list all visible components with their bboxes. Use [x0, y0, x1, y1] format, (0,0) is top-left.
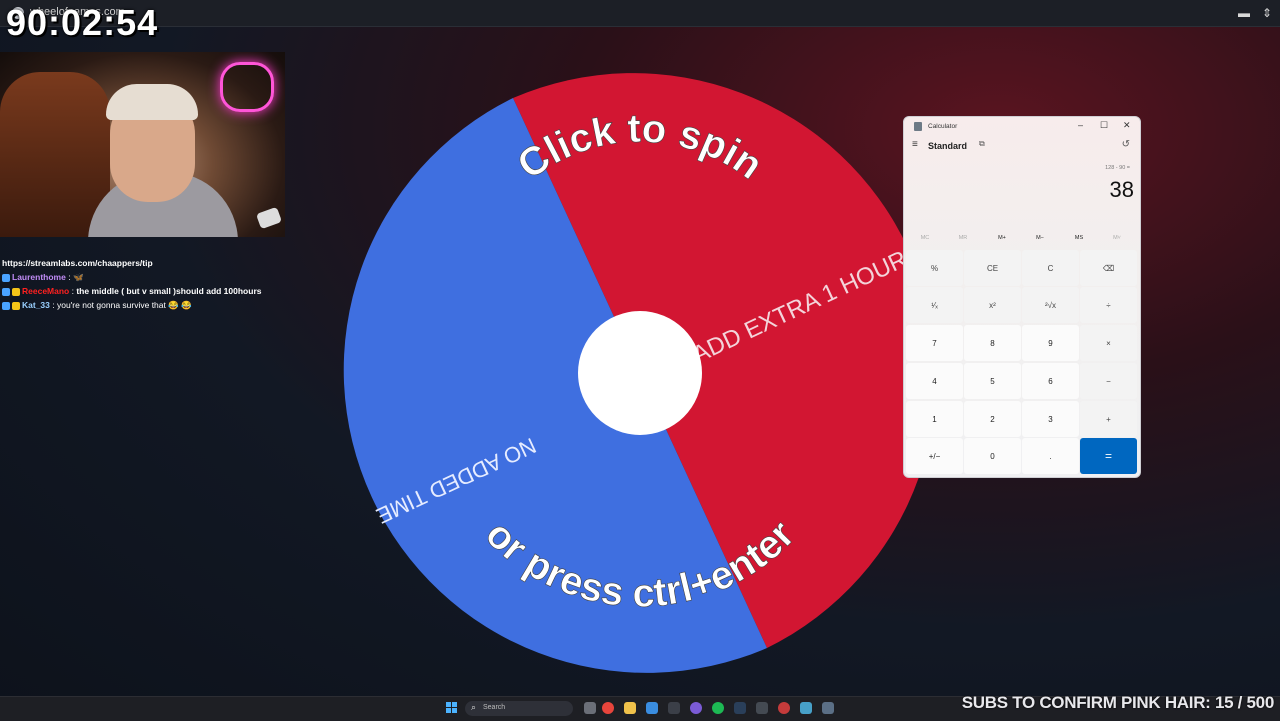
terminal-icon[interactable] [668, 702, 680, 714]
expand-icon[interactable]: ⇕ [1262, 6, 1272, 20]
divide-button[interactable]: ÷ [1080, 287, 1137, 323]
square-button[interactable]: x² [964, 287, 1021, 323]
webcam-feed [0, 52, 285, 237]
chat-message: ReeceMano : the middle ( but v small )sh… [2, 284, 282, 298]
steam-icon[interactable] [734, 702, 746, 714]
decimal-button[interactable]: . [1022, 438, 1079, 474]
chat-overlay: https://streamlabs.com/chaappers/tip Lau… [2, 256, 282, 312]
digit-8-button[interactable]: 8 [964, 325, 1021, 361]
digit-7-button[interactable]: 7 [906, 325, 963, 361]
chat-username: Kat_33 [22, 300, 50, 310]
badge-icon [2, 273, 10, 282]
calculator-window: Calculator – ☐ ✕ ≡ Standard ⧉ ↺ 128 - 90… [903, 116, 1141, 478]
task-view-icon[interactable] [584, 702, 596, 714]
memory-recall-button[interactable]: MR [948, 235, 978, 241]
negate-button[interactable]: +/− [906, 438, 963, 474]
tip-link: https://streamlabs.com/chaappers/tip [2, 258, 153, 268]
hamburger-menu-icon[interactable]: ≡ [912, 139, 918, 150]
neon-sign [220, 62, 274, 112]
obs-icon[interactable] [778, 702, 790, 714]
app-icon[interactable] [756, 702, 768, 714]
add-button[interactable]: + [1080, 401, 1137, 437]
digit-1-button[interactable]: 1 [906, 401, 963, 437]
badge-icon [12, 287, 20, 296]
taskbar-search[interactable]: ⌕ Search [465, 701, 573, 716]
app-icon[interactable] [800, 702, 812, 714]
folder-icon[interactable]: ▬ [1238, 6, 1250, 20]
search-icon: ⌕ [471, 702, 477, 712]
chat-text: 🦋 [72, 272, 84, 282]
badge-icon [2, 287, 10, 296]
microphone-icon [255, 206, 283, 230]
subtract-button[interactable]: − [1080, 363, 1137, 399]
clear-entry-button[interactable]: CE [964, 250, 1021, 286]
memory-add-button[interactable]: M+ [987, 235, 1017, 241]
file-explorer-icon[interactable] [624, 702, 636, 714]
badge-icon [2, 301, 10, 310]
minimize-icon[interactable]: – [1078, 120, 1083, 130]
browser-tab-bar: wheelofnames.com ▬ ⇕ [0, 0, 1280, 27]
chat-message: Kat_33 : you're not gonna survive that 😂… [2, 298, 282, 312]
chrome-icon[interactable] [602, 702, 614, 714]
chat-text: you're not gonna survive that 😂 😂 [56, 300, 192, 310]
discord-icon[interactable] [690, 702, 702, 714]
maximize-icon[interactable]: ☐ [1100, 120, 1108, 131]
backspace-button[interactable]: ⌫ [1080, 250, 1137, 286]
chat-username: ReeceMano [22, 286, 70, 296]
chat-text: the middle ( but v small )should add 100… [76, 286, 262, 296]
calculator-expression: 128 - 90 = [1105, 165, 1130, 171]
digit-6-button[interactable]: 6 [1022, 363, 1079, 399]
equals-button[interactable]: = [1080, 438, 1137, 474]
memory-list-button[interactable]: M˅ [1102, 235, 1132, 241]
spin-wheel[interactable]: ADD EXTRA 1 HOUR NO ADDED TIME Click to … [333, 66, 947, 680]
reciprocal-button[interactable]: ¹⁄ₓ [906, 287, 963, 323]
badge-icon [12, 301, 20, 310]
calculator-mode: Standard [928, 141, 968, 151]
search-placeholder: Search [483, 704, 506, 711]
subs-goal-overlay: SUBS TO CONFIRM PINK HAIR: 15 / 500 [961, 693, 1275, 712]
chat-username: Laurenthome [12, 272, 66, 282]
history-icon[interactable]: ↺ [1122, 139, 1130, 150]
digit-0-button[interactable]: 0 [964, 438, 1021, 474]
digit-3-button[interactable]: 3 [1022, 401, 1079, 437]
memory-store-button[interactable]: MS [1064, 235, 1094, 241]
calculator-taskbar-icon[interactable] [822, 702, 834, 714]
window-title: Calculator [928, 123, 958, 130]
memory-clear-button[interactable]: MC [910, 235, 940, 241]
digit-4-button[interactable]: 4 [906, 363, 963, 399]
edge-icon[interactable] [646, 702, 658, 714]
close-icon[interactable]: ✕ [1123, 120, 1131, 131]
digit-9-button[interactable]: 9 [1022, 325, 1079, 361]
chat-message: Laurenthome : 🦋 [2, 270, 282, 284]
spotify-icon[interactable] [712, 702, 724, 714]
streamer-cap [106, 84, 198, 120]
windows-start-icon[interactable] [446, 702, 458, 714]
stream-timer: 90:02:54 [6, 2, 159, 43]
digit-2-button[interactable]: 2 [964, 401, 1021, 437]
keep-on-top-icon[interactable]: ⧉ [979, 139, 985, 149]
calculator-app-icon [914, 122, 922, 131]
percent-button[interactable]: % [906, 250, 963, 286]
multiply-button[interactable]: × [1080, 325, 1137, 361]
calculator-display: 38 [1109, 177, 1134, 202]
sqrt-button[interactable]: ²√x [1022, 287, 1079, 323]
memory-subtract-button[interactable]: M− [1025, 235, 1055, 241]
clear-button[interactable]: C [1022, 250, 1079, 286]
wheel-center[interactable] [578, 311, 702, 435]
digit-5-button[interactable]: 5 [964, 363, 1021, 399]
